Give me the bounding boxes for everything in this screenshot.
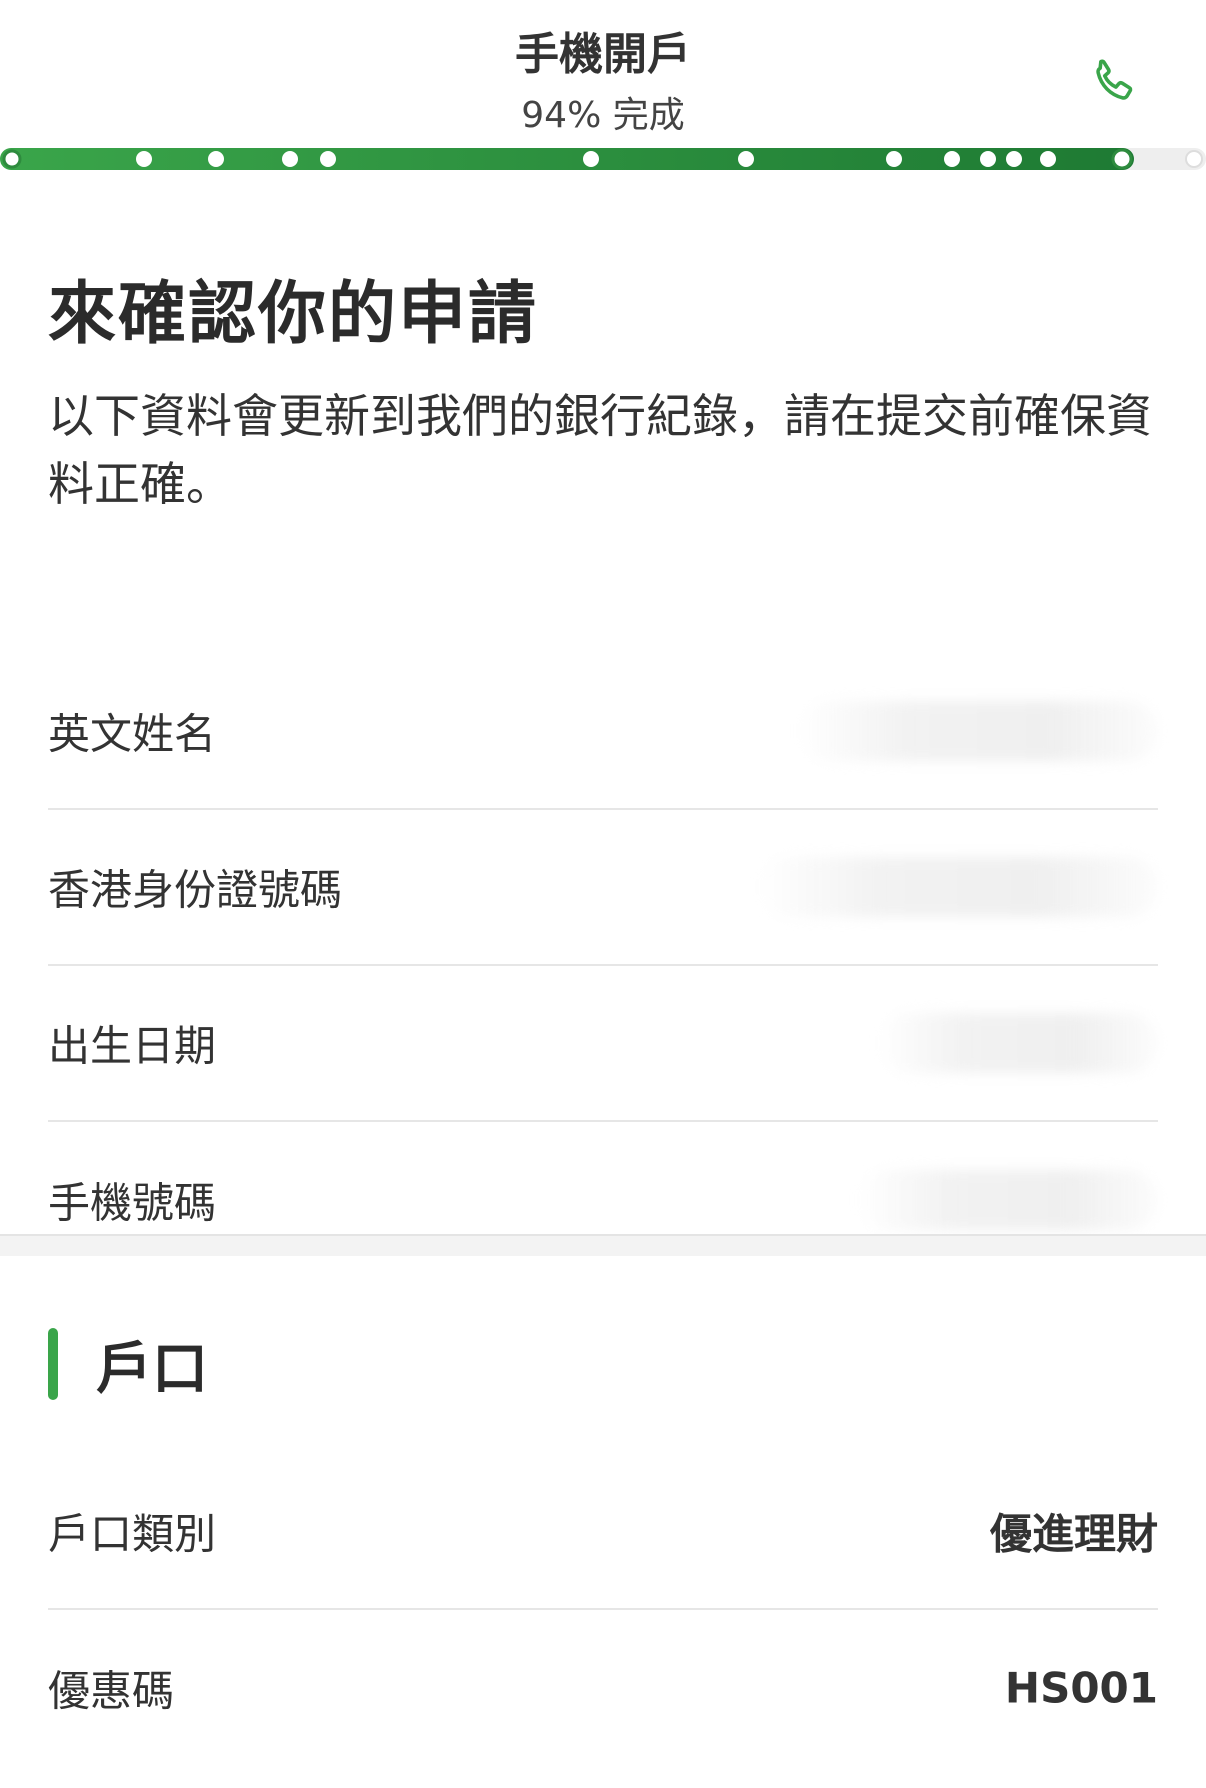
- section-divider: [0, 1234, 1206, 1256]
- field-row-account-type: 戶口類別 優進理財: [48, 1454, 1158, 1610]
- phone-icon: [1096, 59, 1133, 100]
- promo-code-value: HS001: [1004, 1663, 1158, 1713]
- account-section-header: 戶口: [48, 1326, 208, 1402]
- redacted-value: [878, 1013, 1158, 1073]
- progress-text: 94% 完成: [521, 95, 685, 136]
- field-row-promo-code: 優惠碼 HS001: [48, 1610, 1158, 1766]
- field-label: 戶口類別: [48, 1509, 217, 1559]
- field-row-english-name: 英文姓名: [48, 654, 1158, 810]
- progress-bar: [0, 148, 1206, 170]
- field-row-hkid: 香港身份證號碼: [48, 810, 1158, 966]
- page-description: 以下資料會更新到我們的銀行紀錄，請在提交前確保資料正確。: [48, 389, 1152, 511]
- account-type-value: 優進理財: [989, 1509, 1158, 1559]
- field-label: 香港身份證號碼: [48, 865, 343, 915]
- section-accent-bar: [48, 1328, 58, 1400]
- progress-fill: [0, 148, 1134, 170]
- call-button[interactable]: [1080, 50, 1146, 116]
- field-row-dob: 出生日期: [48, 966, 1158, 1122]
- section-title: 戶口: [96, 1336, 208, 1402]
- field-label: 手機號碼: [48, 1178, 217, 1228]
- page-title: 來確認你的申請: [48, 275, 539, 354]
- app-header: 手機開戶 94% 完成: [0, 0, 1206, 150]
- redacted-value: [798, 701, 1158, 761]
- header-title: 手機開戶: [515, 29, 691, 80]
- field-label: 出生日期: [48, 1021, 217, 1071]
- redacted-value: [858, 1170, 1158, 1230]
- redacted-value: [758, 857, 1158, 917]
- field-label: 優惠碼: [48, 1666, 175, 1716]
- field-label: 英文姓名: [48, 709, 217, 759]
